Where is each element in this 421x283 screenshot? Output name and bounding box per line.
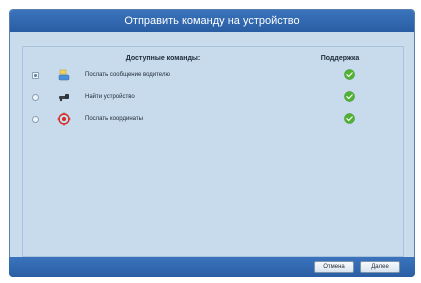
command-row-send-coordinates[interactable]: Послать координаты [22,111,392,129]
command-radio-send-coordinates[interactable] [32,116,39,123]
supported-check-icon [344,69,355,80]
supported-check-icon [344,91,355,102]
command-row-send-message[interactable]: Послать сообщение водителю [22,67,392,85]
support-header: Поддержка [320,55,360,62]
command-radio-send-message[interactable] [32,72,39,79]
command-label: Послать координаты [85,116,143,122]
dialog-title: Отправить команду на устройство [124,15,300,27]
dialog-titlebar: Отправить команду на устройство [10,10,414,32]
target-icon [57,112,71,126]
command-radio-find-device[interactable] [32,94,39,101]
command-row-find-device[interactable]: Найти устройство [22,89,392,107]
supported-check-icon [344,113,355,124]
commands-table-header: Доступные команды: Поддержка [20,52,392,66]
command-label: Послать сообщение водителю [85,72,170,78]
message-driver-icon [58,69,70,81]
dialog-footer: Отмена Далее [9,257,415,277]
find-device-icon [59,94,69,102]
next-button[interactable]: Далее [360,261,400,273]
send-command-dialog: Отправить команду на устройство [9,9,415,277]
available-commands-header: Доступные команды: [125,55,201,62]
cancel-button[interactable]: Отмена [314,261,354,273]
command-label: Найти устройство [85,94,135,100]
